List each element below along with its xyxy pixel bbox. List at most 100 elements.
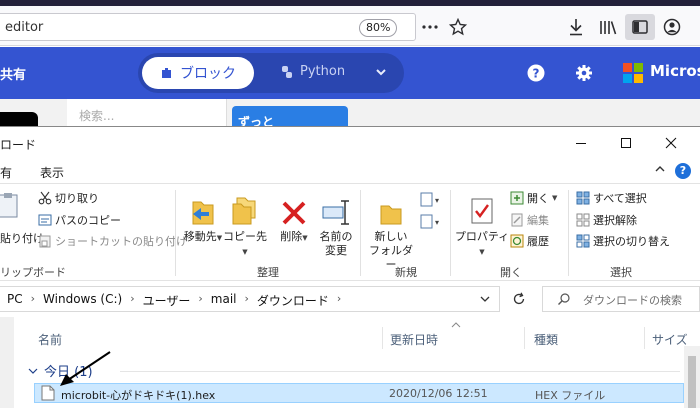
new-group-label: 新規 [395,266,417,279]
invert-selection-icon [576,234,590,248]
zoom-level-button[interactable]: 80% [359,19,398,37]
address-dropdown-icon[interactable] [479,293,491,305]
chevron-down-icon[interactable] [374,65,388,79]
breadcrumb-pc[interactable]: PC [7,292,23,309]
history-button[interactable]: 履歴 [510,233,549,249]
open-button[interactable]: 開く ▼ [510,190,557,206]
new-item-icon[interactable]: ▾ [420,192,442,208]
tab-view[interactable]: 表示 [40,164,64,181]
explorer-search-input[interactable]: ダウンロードの検索 [542,286,700,312]
table-row[interactable]: microbit-心がドキドキ(1).hex 2020/12/06 12:51 … [34,383,684,403]
sidebar-icon [632,20,648,34]
open-icon [510,191,524,205]
new-folder-icon [380,205,402,225]
breadcrumb-users[interactable]: ユーザー [143,292,191,309]
select-none-button[interactable]: 選択解除 [576,212,637,228]
maximize-icon [621,138,631,148]
group-divider [120,371,680,372]
rename-icon [322,200,349,225]
breadcrumb-separator-icon[interactable]: › [198,292,202,309]
invert-selection-button[interactable]: 選択の切り替え [576,233,670,249]
select-none-icon [576,213,590,227]
bookmark-star-icon[interactable] [448,17,468,37]
breadcrumb-separator-icon[interactable]: › [245,292,249,309]
column-header-name[interactable]: 名前 [38,317,62,347]
new-folder-label-line1: 新しい [374,230,408,243]
paste-icon[interactable] [0,192,20,218]
help-icon[interactable]: ? [527,64,545,82]
column-header-type[interactable]: 種類 [534,317,558,347]
address-bar[interactable]: PC › Windows (C:) › ユーザー › mail › ダウンロード › [0,286,500,312]
gear-icon[interactable] [575,64,593,82]
breadcrumb-separator-icon[interactable]: › [130,292,134,309]
ribbon-separator [175,190,176,276]
python-tab-label: Python [300,64,346,79]
close-icon [665,137,677,149]
editor-toggle: ブロック Python [138,53,404,93]
breadcrumb-drive[interactable]: Windows (C:) [43,292,122,309]
select-all-label: すべて選択 [593,192,647,205]
edit-button[interactable]: 編集 [510,212,549,228]
python-icon [282,65,292,78]
properties-label: プロパティ [454,230,510,243]
breadcrumb-separator-icon[interactable]: › [337,292,341,309]
library-icon[interactable] [598,17,618,37]
column-header-modified[interactable]: 更新日時 [390,317,438,347]
breadcrumb-mail[interactable]: mail [211,292,237,309]
chevron-up-icon[interactable] [654,163,666,175]
minimize-icon [576,143,586,144]
ribbon-separator [568,190,569,276]
copy-path-icon [38,214,52,226]
select-all-button[interactable]: すべて選択 [576,190,647,206]
column-divider[interactable] [524,327,525,349]
toolbox-search[interactable]: 検索... [67,99,227,129]
delete-x-icon [282,201,306,225]
breadcrumb-downloads[interactable]: ダウンロード [257,292,329,309]
makecode-header: 共有 ブロック Python ? Microsoft [0,47,700,99]
download-icon[interactable] [566,17,586,37]
copy-path-button[interactable]: パスのコピー [38,212,121,228]
blocks-tab[interactable]: ブロック [142,57,254,89]
account-icon[interactable] [662,17,682,37]
breadcrumb-separator-icon[interactable]: › [31,292,35,309]
svg-text:?: ? [533,67,540,81]
copy-path-label: パスのコピー [55,214,121,227]
move-to-button[interactable]: 移動先▼ [180,192,226,245]
scrollbar-thumb[interactable] [688,356,696,408]
ribbon-separator [450,190,451,276]
puzzle-icon [162,68,171,78]
url-bar[interactable]: editor 80% [0,13,416,41]
refresh-icon[interactable] [512,292,526,306]
paste-shortcut-button[interactable]: ショートカットの貼り付け [38,233,187,249]
new-folder-button[interactable]: 新しい フォルダー [366,192,416,272]
edit-label: 編集 [527,214,549,227]
close-button[interactable] [663,135,679,151]
properties-button[interactable]: プロパティ▼ [454,192,510,259]
cut-button[interactable]: 切り取り [38,190,99,206]
python-tab[interactable]: Python [280,64,345,79]
rename-button[interactable]: 名前の 変更 [314,192,358,258]
delete-button[interactable]: 削除▼ [276,192,312,245]
explorer-help-icon[interactable]: ? [675,163,691,179]
copy-to-button[interactable]: コピー先▼ [222,192,268,259]
tab-share[interactable]: 有 [0,164,12,181]
edit-icon [511,213,523,227]
cut-label: 切り取り [55,192,99,205]
minimize-button[interactable] [573,135,589,151]
microsoft-logo-icon [623,63,643,83]
easy-access-icon[interactable]: ▾ [420,214,442,230]
column-divider[interactable] [644,327,645,349]
explorer-titlebar: ロード [0,127,700,159]
vertical-scrollbar[interactable] [684,346,700,408]
open-label: 開く [527,192,549,205]
column-divider[interactable] [382,327,383,349]
maximize-button[interactable] [618,135,634,151]
column-header-size[interactable]: サイズ [652,317,688,347]
sidebar-toggle-button[interactable] [625,14,655,40]
share-button[interactable]: 共有 [0,64,26,83]
move-folder-icon [192,201,214,225]
address-row: PC › Windows (C:) › ユーザー › mail › ダウンロード › ダウ… [0,283,700,317]
navigation-pane[interactable] [0,317,14,408]
blocks-tab-label: ブロック [180,66,236,82]
page-actions-icon[interactable] [420,17,440,37]
